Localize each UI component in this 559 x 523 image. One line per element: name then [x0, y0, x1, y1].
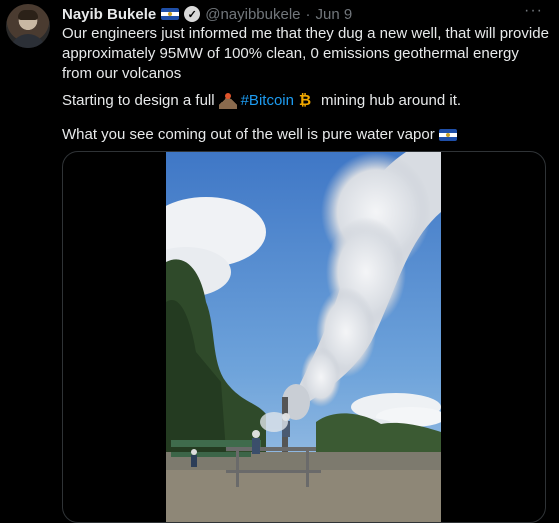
- tweet-date[interactable]: Jun 9: [316, 6, 353, 23]
- volcano-icon: [218, 93, 237, 109]
- video-frame[interactable]: [166, 152, 441, 522]
- paragraph-3-text: What you see coming out of the well is p…: [62, 126, 435, 143]
- geothermal-well-scene: [166, 152, 441, 522]
- author-handle[interactable]: @nayibbukele: [205, 6, 300, 23]
- avatar-shoulders: [10, 34, 46, 48]
- author-name[interactable]: Nayib Bukele: [62, 6, 156, 23]
- tweet-text: Our engineers just informed me that they…: [62, 24, 552, 84]
- bitcoin-icon: ₿: [298, 92, 312, 109]
- check-badge-icon: ✓: [184, 6, 201, 22]
- tweet-media[interactable]: [62, 151, 546, 523]
- el-salvador-flag-icon: [438, 129, 457, 141]
- separator-dot: ·: [305, 5, 311, 23]
- tweet-paragraph-3: What you see coming out of the well is p…: [62, 125, 457, 145]
- tweet-paragraph-2: Starting to design a full #Bitcoin ₿ min…: [62, 91, 461, 111]
- paragraph-2-suffix: mining hub around it.: [320, 92, 462, 109]
- bitcoin-hashtag-link[interactable]: #Bitcoin: [241, 91, 294, 111]
- tweet-header: Nayib Bukele ✓ @nayibbukele · Jun 9: [62, 4, 352, 24]
- avatar-hair: [18, 10, 38, 20]
- el-salvador-flag-icon: [161, 8, 180, 20]
- more-options-button[interactable]: ···: [524, 2, 543, 20]
- paragraph-2-prefix: Starting to design a full: [62, 92, 215, 109]
- avatar[interactable]: [6, 4, 50, 48]
- tweet-paragraph-1: Our engineers just informed me that they…: [62, 25, 549, 82]
